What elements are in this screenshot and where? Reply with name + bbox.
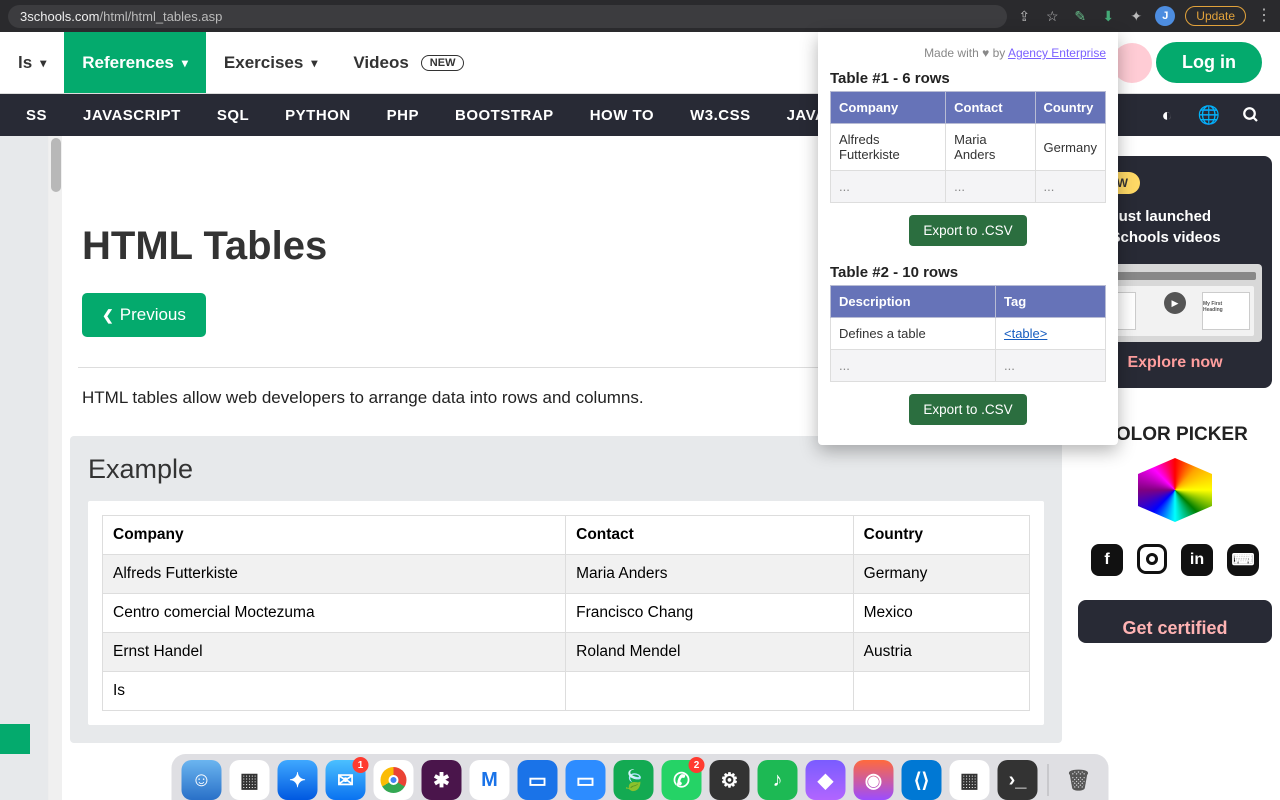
color-picker-hexagon[interactable] bbox=[1138, 458, 1212, 522]
meet-icon[interactable]: ▭ bbox=[518, 760, 558, 800]
login-button[interactable]: Log in bbox=[1156, 42, 1262, 83]
certified-card[interactable]: Get certified bbox=[1078, 600, 1272, 643]
browser-chrome: 3schools.com/html/html_tables.asp ⇪ ☆ ✎ … bbox=[0, 0, 1280, 32]
table-header: Company bbox=[103, 516, 566, 555]
launchpad-icon[interactable]: ▦ bbox=[230, 760, 270, 800]
example-table: Company Contact Country Alfreds Futterki… bbox=[102, 515, 1030, 711]
export-csv-button[interactable]: Export to .CSV bbox=[909, 394, 1026, 425]
nav-exercises[interactable]: Exercises bbox=[206, 32, 335, 93]
url-domain: 3schools.com bbox=[20, 9, 99, 24]
table-header: Contact bbox=[566, 516, 854, 555]
whatsapp-badge: 2 bbox=[689, 757, 705, 773]
ext-table-2: Description Tag Defines a table <table> … bbox=[830, 285, 1106, 382]
url-bar[interactable]: 3schools.com/html/html_tables.asp bbox=[8, 5, 1007, 28]
share-icon[interactable]: ⇪ bbox=[1015, 7, 1033, 25]
nav-references[interactable]: References bbox=[64, 32, 206, 93]
instagram-icon[interactable] bbox=[1137, 544, 1167, 574]
gmail-icon[interactable]: M bbox=[470, 760, 510, 800]
table-row: Centro comercial Moctezuma Francisco Cha… bbox=[103, 594, 1030, 633]
spotify-icon[interactable]: ♪ bbox=[758, 760, 798, 800]
slack-icon[interactable]: ✱ bbox=[422, 760, 462, 800]
heart-icon: ♥ bbox=[982, 46, 989, 60]
ext-table-title: Table #1 - 6 rows bbox=[830, 70, 1106, 87]
table-header: Country bbox=[853, 516, 1029, 555]
darkmode-icon[interactable]: ◐ bbox=[1146, 105, 1188, 126]
new-badge: NEW bbox=[421, 55, 465, 71]
nav-tutorials[interactable]: ls bbox=[0, 32, 64, 93]
more-menu-icon[interactable]: ⋮ bbox=[1256, 8, 1272, 24]
download-extension-icon[interactable]: ⬇ bbox=[1099, 7, 1117, 25]
ext-table-title: Table #2 - 10 rows bbox=[830, 264, 1106, 281]
mail-icon[interactable]: ✉1 bbox=[326, 760, 366, 800]
url-path: /html/html_tables.asp bbox=[99, 9, 222, 24]
table-row: Alfreds Futterkiste Maria Anders Germany bbox=[103, 555, 1030, 594]
chrome-icons: ⇪ ☆ ✎ ⬇ ✦ J Update ⋮ bbox=[1015, 6, 1272, 26]
langnav-item[interactable]: SS bbox=[8, 94, 65, 136]
table-row: Alfreds Futterkiste Maria Anders Germany bbox=[831, 124, 1106, 171]
sidebar-active-marker bbox=[0, 724, 30, 754]
terminal-icon[interactable]: ›_ bbox=[998, 760, 1038, 800]
sidebar-scrollbar[interactable] bbox=[48, 136, 62, 800]
table-row-ellipsis: ...... bbox=[831, 350, 1106, 382]
table-row: Is bbox=[103, 672, 1030, 711]
chrome-icon[interactable] bbox=[374, 760, 414, 800]
play-icon: ▶ bbox=[1164, 292, 1186, 314]
mongodb-icon[interactable]: 🍃 bbox=[614, 760, 654, 800]
nav-videos[interactable]: VideosNEW bbox=[335, 32, 482, 93]
sidebar bbox=[0, 136, 48, 800]
update-button[interactable]: Update bbox=[1185, 6, 1246, 26]
zoom-icon[interactable]: ▭ bbox=[566, 760, 606, 800]
table-row-ellipsis: ......... bbox=[831, 171, 1106, 203]
extension-credit: Made with ♥ by Agency Enterprise bbox=[830, 46, 1106, 60]
ext-table-1: Company Contact Country Alfreds Futterki… bbox=[830, 91, 1106, 203]
tag-link[interactable]: <table> bbox=[1004, 326, 1047, 341]
star-icon[interactable]: ☆ bbox=[1043, 7, 1061, 25]
sheets-icon[interactable]: ▦ bbox=[950, 760, 990, 800]
macos-dock: ☺ ▦ ✦ ✉1 ✱ M ▭ ▭ 🍃 ✆2 ⚙ ♪ ◆ ◉ ⟨⟩ ▦ ›_ 🗑 bbox=[172, 754, 1109, 800]
example-box: Example Company Contact Country Alfreds … bbox=[70, 436, 1062, 743]
extension-popup: Made with ♥ by Agency Enterprise Table #… bbox=[818, 32, 1118, 445]
langnav-item[interactable]: PHP bbox=[369, 94, 437, 136]
langnav-item[interactable]: PYTHON bbox=[267, 94, 369, 136]
mail-badge: 1 bbox=[353, 757, 369, 773]
table-row: Defines a table <table> bbox=[831, 318, 1106, 350]
scrollbar-thumb[interactable] bbox=[51, 138, 61, 192]
langnav-item[interactable]: JAVASCRIPT bbox=[65, 94, 199, 136]
example-heading: Example bbox=[88, 454, 1044, 485]
app-icon[interactable]: ◉ bbox=[854, 760, 894, 800]
discord-icon[interactable]: ⌨ bbox=[1227, 544, 1259, 576]
langnav-item[interactable]: HOW TO bbox=[572, 94, 672, 136]
agency-link[interactable]: Agency Enterprise bbox=[1008, 46, 1106, 60]
table-row: Ernst Handel Roland Mendel Austria bbox=[103, 633, 1030, 672]
table-header-row: Company Contact Country bbox=[103, 516, 1030, 555]
langnav-item[interactable]: BOOTSTRAP bbox=[437, 94, 572, 136]
linkedin-icon[interactable]: in bbox=[1181, 544, 1213, 576]
vscode-icon[interactable]: ⟨⟩ bbox=[902, 760, 942, 800]
search-icon[interactable] bbox=[1230, 106, 1272, 124]
langnav-item[interactable]: W3.CSS bbox=[672, 94, 769, 136]
whatsapp-icon[interactable]: ✆2 bbox=[662, 760, 702, 800]
trash-icon[interactable]: 🗑 bbox=[1059, 760, 1099, 800]
social-links: f in ⌨ bbox=[1078, 544, 1272, 576]
export-csv-button[interactable]: Export to .CSV bbox=[909, 215, 1026, 246]
previous-button[interactable]: Previous bbox=[82, 293, 206, 337]
figma-icon[interactable]: ◆ bbox=[806, 760, 846, 800]
facebook-icon[interactable]: f bbox=[1091, 544, 1123, 576]
safari-icon[interactable]: ✦ bbox=[278, 760, 318, 800]
langnav-item[interactable]: SQL bbox=[199, 94, 267, 136]
edit-extension-icon[interactable]: ✎ bbox=[1071, 7, 1089, 25]
settings-icon[interactable]: ⚙ bbox=[710, 760, 750, 800]
theme-circle[interactable] bbox=[1112, 43, 1152, 83]
extensions-icon[interactable]: ✦ bbox=[1127, 7, 1145, 25]
finder-icon[interactable]: ☺ bbox=[182, 760, 222, 800]
globe-icon[interactable]: 🌐 bbox=[1188, 105, 1230, 126]
profile-avatar[interactable]: J bbox=[1155, 6, 1175, 26]
